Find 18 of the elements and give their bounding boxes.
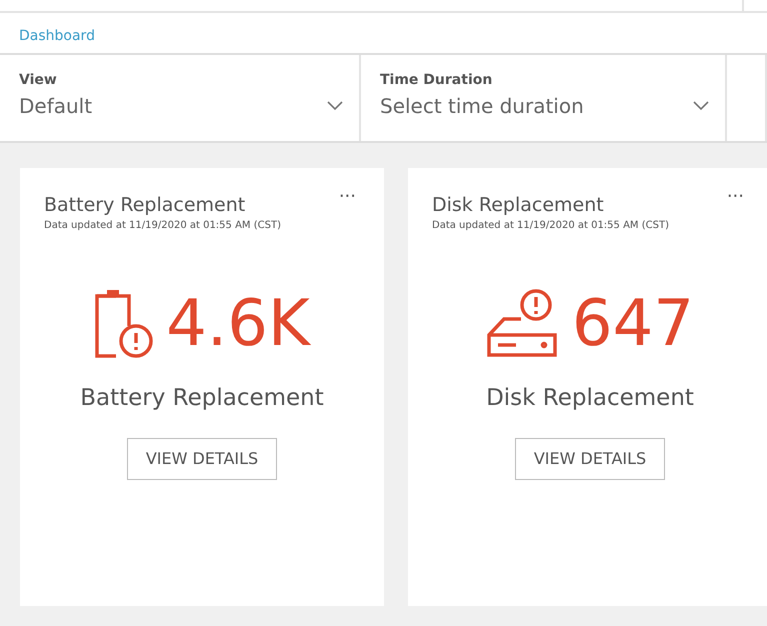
metric-value: 4.6K [166, 292, 310, 356]
metric-caption: Disk Replacement [485, 384, 695, 413]
view-details-button[interactable]: VIEW DETAILS [126, 438, 278, 480]
chevron-down-icon[interactable] [327, 101, 343, 111]
metric-caption: Battery Replacement [79, 384, 325, 413]
view-details-button[interactable]: VIEW DETAILS [514, 438, 666, 480]
chevron-down-icon[interactable] [693, 101, 709, 111]
updated-timestamp: Data updated at 11/19/2020 at 01:55 AM (CST) [432, 219, 670, 233]
dropdown-field[interactable]: Select time duration [380, 91, 660, 121]
metric-value: 647 [572, 292, 694, 356]
filter-label: View [19, 71, 58, 90]
card-title: Disk Replacement [432, 194, 604, 217]
updated-timestamp: Data updated at 11/19/2020 at 01:55 AM (CST) [44, 219, 282, 233]
card-title: Battery Replacement [44, 194, 246, 217]
more-menu[interactable]: ··· [726, 188, 744, 206]
filter-label: Time Duration [380, 71, 494, 90]
dropdown-field[interactable]: Default [19, 91, 299, 121]
more-menu[interactable]: ··· [338, 188, 356, 206]
